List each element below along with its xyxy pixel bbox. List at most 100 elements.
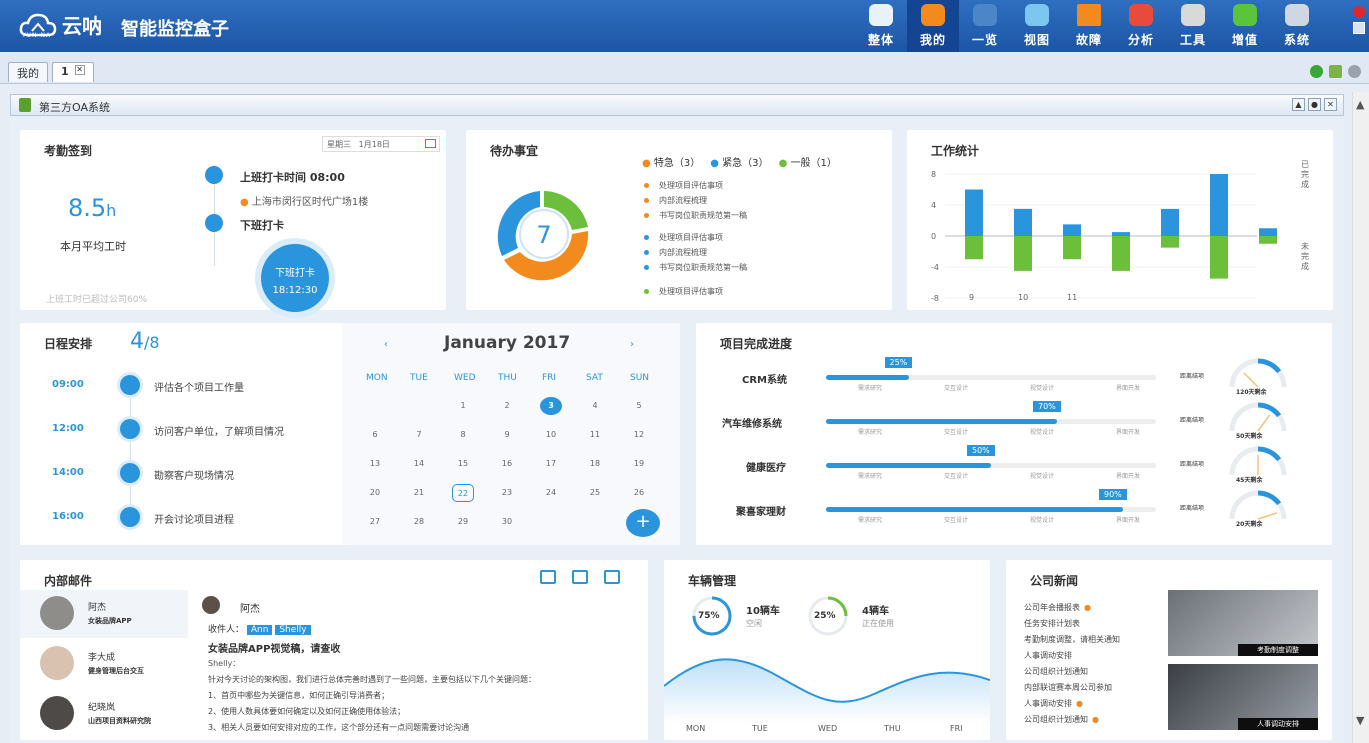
calendar-day[interactable]: 21 bbox=[408, 484, 430, 502]
calendar-day[interactable]: 27 bbox=[364, 513, 386, 531]
collapse-icon[interactable]: ▲ bbox=[1292, 98, 1305, 111]
news-item[interactable]: 公司组织计划通知 ● bbox=[1024, 712, 1120, 728]
scroll-down-icon[interactable]: ▼ bbox=[1356, 714, 1364, 727]
calendar-prev[interactable]: ‹ bbox=[384, 339, 388, 350]
nav-item[interactable]: 整体 bbox=[855, 0, 907, 52]
hot-icon: ● bbox=[1076, 699, 1083, 708]
calendar-day[interactable]: 16 bbox=[496, 455, 518, 473]
nav-item[interactable]: 工具 bbox=[1167, 0, 1219, 52]
tab-1[interactable]: 1 ✕ bbox=[52, 62, 94, 82]
nav-item[interactable]: 我的 bbox=[907, 0, 959, 52]
calendar-icon[interactable] bbox=[425, 139, 436, 148]
calendar-day[interactable]: 14 bbox=[408, 455, 430, 473]
delete-icon[interactable] bbox=[604, 570, 620, 584]
calendar-day[interactable]: 26 bbox=[628, 484, 650, 502]
news-image-2[interactable]: 人事调动安排 bbox=[1168, 664, 1318, 730]
news-item[interactable]: 考勤制度调整，请相关通知 bbox=[1024, 632, 1120, 648]
news-item[interactable]: 公司组织计划通知 bbox=[1024, 664, 1120, 680]
alarm-icon[interactable] bbox=[1353, 6, 1365, 18]
calendar-day[interactable]: 10 bbox=[540, 426, 562, 444]
settings-icon[interactable] bbox=[1348, 65, 1361, 78]
vehicles-title: 车辆管理 bbox=[688, 574, 737, 588]
calendar-day[interactable]: 28 bbox=[408, 513, 430, 531]
scroll-up-icon[interactable]: ▲ bbox=[1356, 98, 1364, 111]
nav-label: 分析 bbox=[1127, 33, 1154, 47]
exit-icon[interactable] bbox=[1353, 22, 1365, 34]
nav-item[interactable]: 一览 bbox=[959, 0, 1011, 52]
avatar bbox=[40, 596, 74, 630]
calendar-day[interactable]: 1 bbox=[452, 397, 474, 415]
add-event-button[interactable]: + bbox=[626, 509, 660, 537]
uncompleted-legend: 未完成 bbox=[1301, 242, 1309, 271]
calendar-day[interactable]: 18 bbox=[584, 455, 606, 473]
mail-contact[interactable]: 李大成 健身管理后台交互 bbox=[20, 640, 188, 688]
todo-item[interactable]: 处理项目评估事项 bbox=[644, 180, 723, 191]
todo-item[interactable]: 书写岗位职责规范第一稿 bbox=[644, 262, 747, 273]
nav-item[interactable]: 系统 bbox=[1271, 0, 1323, 52]
calendar-day[interactable]: 7 bbox=[408, 426, 430, 444]
calendar-day[interactable]: 3 bbox=[540, 397, 562, 415]
mail-contact[interactable]: 纪晓岚 山西项目资料研究院 bbox=[20, 690, 188, 738]
nav-item[interactable]: 故障 bbox=[1063, 0, 1115, 52]
calendar-day[interactable]: 19 bbox=[628, 455, 650, 473]
checkout-button[interactable]: 下班打卡 18:12:30 bbox=[261, 244, 329, 312]
tab-label: 1 bbox=[61, 65, 69, 78]
share-icon[interactable] bbox=[572, 570, 588, 584]
calendar-day[interactable]: 2 bbox=[496, 397, 518, 415]
schedule-time: 16:00 bbox=[52, 511, 84, 522]
tab-mine[interactable]: 我的 bbox=[8, 62, 48, 82]
news-item[interactable]: 内部联谊赛本周公司参加 bbox=[1024, 680, 1120, 696]
recipient-tag[interactable]: Ann bbox=[246, 625, 273, 635]
close-icon[interactable]: ✕ bbox=[1324, 98, 1337, 111]
brand-name: 云呐 bbox=[62, 14, 102, 38]
sender-avatar bbox=[202, 596, 220, 614]
schedule-text[interactable]: 访问客户单位，了解项目情况 bbox=[154, 423, 284, 438]
news-item[interactable]: 任务安排计划表 bbox=[1024, 616, 1120, 632]
calendar-next[interactable]: › bbox=[630, 339, 634, 350]
todo-item[interactable]: 内部流程梳理 bbox=[644, 247, 707, 258]
news-image-1[interactable]: 考勤制度调整 bbox=[1168, 590, 1318, 656]
calendar-day[interactable]: 11 bbox=[584, 426, 606, 444]
nav-item[interactable]: 增值 bbox=[1219, 0, 1271, 52]
calendar-day[interactable]: 6 bbox=[364, 426, 386, 444]
calendar-day[interactable]: 8 bbox=[452, 426, 474, 444]
mail-contact[interactable]: 阿杰 女装品牌APP bbox=[20, 590, 188, 638]
todo-item[interactable]: 处理项目评估事项 bbox=[644, 286, 723, 297]
news-item[interactable]: 人事调动安排 ● bbox=[1024, 696, 1120, 712]
calendar-day[interactable]: 5 bbox=[628, 397, 650, 415]
refresh-icon[interactable]: ● bbox=[1308, 98, 1321, 111]
calendar-day[interactable]: 22 bbox=[452, 484, 474, 502]
calendar-day[interactable]: 13 bbox=[364, 455, 386, 473]
date-box[interactable]: 星期三 1月18日 bbox=[322, 136, 440, 152]
schedule-text[interactable]: 评估各个项目工作量 bbox=[154, 379, 244, 394]
schedule-text[interactable]: 勘察客户现场情况 bbox=[154, 467, 234, 482]
nav-item[interactable]: 视图 bbox=[1011, 0, 1063, 52]
window-icon[interactable] bbox=[1329, 65, 1342, 78]
forward-icon[interactable] bbox=[540, 570, 556, 584]
calendar-day[interactable]: 24 bbox=[540, 484, 562, 502]
recipient-tag[interactable]: Shelly bbox=[275, 625, 311, 635]
calendar-day[interactable]: 15 bbox=[452, 455, 474, 473]
todo-item[interactable]: 处理项目评估事项 bbox=[644, 232, 723, 243]
scrollbar[interactable]: ▲ ▼ bbox=[1352, 92, 1369, 743]
calendar-day[interactable]: 30 bbox=[496, 513, 518, 531]
calendar-day[interactable]: 25 bbox=[584, 484, 606, 502]
news-item[interactable]: 人事调动安排 bbox=[1024, 648, 1120, 664]
calendar-day[interactable]: 12 bbox=[628, 426, 650, 444]
weekday-label: FRI bbox=[542, 373, 557, 383]
calendar-day[interactable]: 9 bbox=[496, 426, 518, 444]
todo-item[interactable]: 书写岗位职责规范第一稿 bbox=[644, 210, 747, 221]
add-tab-icon[interactable] bbox=[1310, 65, 1323, 78]
news-item[interactable]: 公司年会播报表 ● bbox=[1024, 600, 1120, 616]
calendar-day[interactable]: 29 bbox=[452, 513, 474, 531]
nav-item[interactable]: 分析 bbox=[1115, 0, 1167, 52]
gear-icon bbox=[1282, 1, 1312, 29]
calendar-day[interactable]: 23 bbox=[496, 484, 518, 502]
calendar-day[interactable]: 20 bbox=[364, 484, 386, 502]
schedule-text[interactable]: 开会讨论项目进程 bbox=[154, 511, 234, 526]
calendar-day[interactable]: 4 bbox=[584, 397, 606, 415]
todo-item[interactable]: 内部流程梳理 bbox=[644, 195, 707, 206]
calendar-day[interactable]: 17 bbox=[540, 455, 562, 473]
bar-uncompleted bbox=[1112, 236, 1130, 271]
close-icon[interactable]: ✕ bbox=[74, 65, 85, 75]
